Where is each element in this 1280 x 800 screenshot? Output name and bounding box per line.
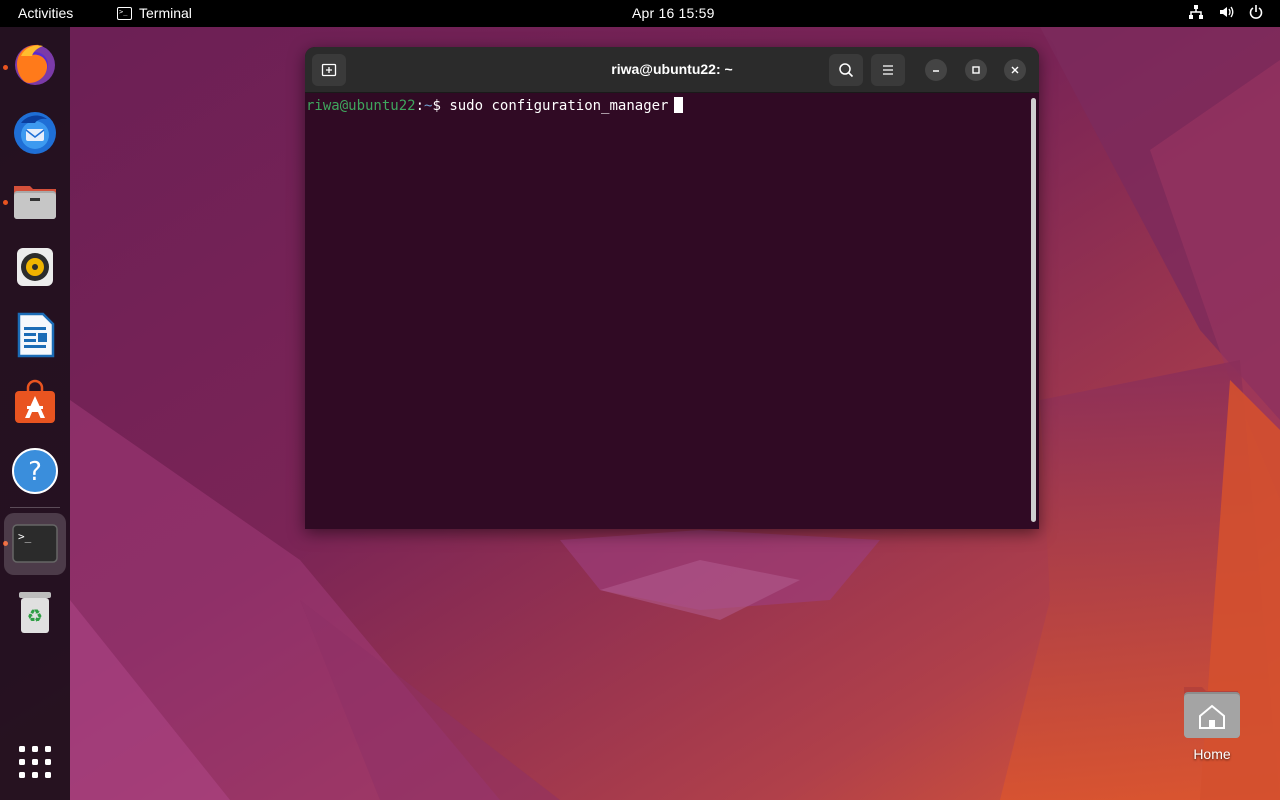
dock-firefox[interactable] (4, 33, 66, 95)
firefox-icon (15, 44, 55, 85)
app-menu[interactable]: >_ Terminal (117, 5, 192, 21)
system-tray[interactable] (1188, 4, 1264, 20)
menu-icon (883, 65, 893, 75)
terminal-icon: >_ (12, 524, 58, 563)
home-folder-icon (1184, 687, 1240, 738)
dock-rhythmbox[interactable] (4, 236, 66, 298)
help-icon: ? (12, 448, 58, 494)
terminal-header: riwa@ubuntu22: ~ (305, 47, 1039, 93)
dock-separator (10, 507, 60, 508)
activities-button[interactable]: Activities (18, 5, 73, 21)
home-label: Home (1193, 746, 1231, 762)
files-icon (14, 186, 56, 219)
command-text: sudo configuration_manager (449, 98, 669, 114)
terminal-output[interactable]: riwa@ubuntu22:~$ sudo configuration_mana… (305, 94, 1027, 529)
dock-help[interactable]: ? (4, 440, 66, 502)
maximize-button[interactable] (965, 59, 987, 81)
clock[interactable]: Apr 16 15:59 (632, 5, 715, 21)
maximize-icon (972, 66, 980, 74)
search-icon (839, 63, 854, 78)
app-menu-label: Terminal (139, 5, 192, 21)
minimize-button[interactable] (925, 59, 947, 81)
dock-writer[interactable] (4, 304, 66, 366)
close-icon (1011, 66, 1019, 74)
menu-button[interactable] (871, 54, 905, 86)
svg-text:>_: >_ (18, 530, 32, 543)
software-icon (15, 379, 55, 423)
search-button[interactable] (829, 54, 863, 86)
svg-text:♻: ♻ (27, 606, 43, 627)
volume-icon (1218, 4, 1234, 20)
prompt-symbol: $ (432, 98, 441, 114)
rhythmbox-icon (17, 248, 53, 286)
dock-thunderbird[interactable] (4, 101, 66, 163)
terminal-window: riwa@ubuntu22: ~ riwa@ubuntu22:~$ sudo c… (305, 47, 1039, 529)
writer-icon (17, 312, 55, 358)
desktop-home-icon[interactable]: Home (1180, 683, 1244, 768)
apps-grid-icon[interactable] (19, 746, 51, 778)
dock: ? >_ ♻ (0, 27, 70, 800)
dock-terminal[interactable]: >_ (4, 513, 66, 575)
minimize-icon (933, 70, 939, 72)
top-bar: Activities >_ Terminal Apr 16 15:59 (0, 0, 1280, 27)
svg-text:?: ? (28, 457, 42, 487)
network-icon (1188, 4, 1204, 20)
trash-icon: ♻ (19, 592, 51, 633)
prompt-separator: : (415, 98, 425, 114)
dock-software[interactable] (4, 372, 66, 434)
thunderbird-icon (14, 112, 56, 154)
close-button[interactable] (1004, 59, 1026, 81)
text-cursor (674, 97, 684, 113)
terminal-icon: >_ (117, 6, 132, 20)
prompt-user: riwa@ubuntu22 (306, 98, 416, 114)
dock-trash[interactable]: ♻ (4, 581, 66, 643)
scrollbar[interactable] (1031, 98, 1036, 522)
power-icon (1248, 4, 1264, 20)
dock-files[interactable] (4, 169, 66, 231)
prompt-line: riwa@ubuntu22:~$ sudo configuration_mana… (306, 97, 1026, 114)
